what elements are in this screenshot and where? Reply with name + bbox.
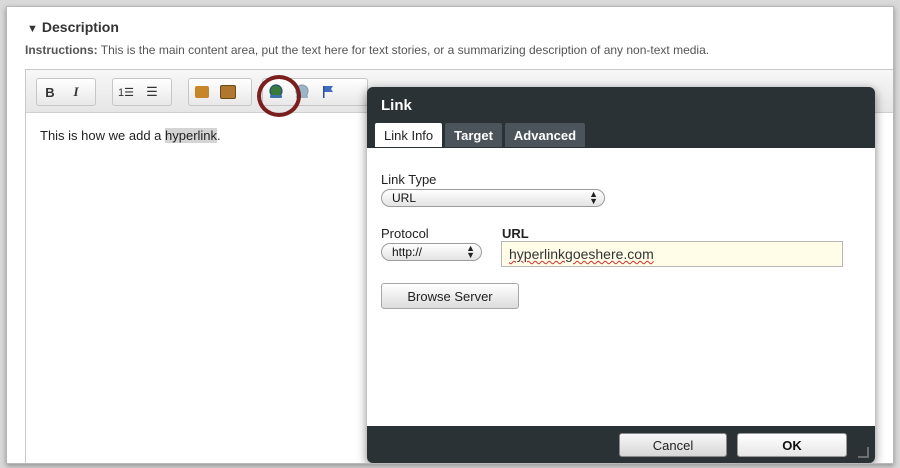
- section-title: Description: [41, 19, 119, 35]
- dialog-title[interactable]: Link: [381, 97, 412, 114]
- paste-word-button[interactable]: [215, 81, 241, 103]
- tab-target[interactable]: Target: [445, 123, 502, 147]
- collapse-triangle-icon[interactable]: ▼: [27, 23, 38, 35]
- url-value: hyperlinkgoeshere.com: [509, 246, 654, 262]
- content-text-after: .: [217, 128, 221, 143]
- protocol-select[interactable]: http:// ▲ ▼: [381, 243, 482, 261]
- instructions-label: Instructions:: [25, 43, 98, 57]
- url-input[interactable]: hyperlinkgoeshere.com: [501, 241, 843, 267]
- link-dialog: Link Link Info Target Advanced Link Type…: [367, 87, 875, 463]
- section-header[interactable]: ▼ Description: [27, 19, 119, 35]
- resize-grip-icon[interactable]: [858, 447, 869, 458]
- highlight-ring-annotation: [257, 75, 301, 117]
- flag-icon: [323, 86, 333, 98]
- instructions: Instructions: This is the main content a…: [25, 43, 709, 57]
- protocol-value: http://: [392, 245, 423, 259]
- select-arrows-icon: ▲ ▼: [589, 189, 598, 206]
- link-type-value: URL: [392, 191, 417, 205]
- paste-text-icon: [195, 86, 209, 98]
- editor-content[interactable]: This is how we add a hyperlink.: [40, 128, 221, 143]
- link-type-select[interactable]: URL ▲ ▼: [381, 189, 605, 207]
- link-info-panel: Link Type URL ▲ ▼ Protocol http:// ▲ ▼ URL…: [367, 148, 875, 426]
- link-type-label: Link Type: [381, 172, 437, 187]
- instructions-text: This is the main content area, put the t…: [100, 43, 710, 57]
- ok-button[interactable]: OK: [737, 433, 847, 457]
- url-label: URL: [502, 226, 529, 241]
- dialog-tabs: Link Info Target Advanced: [375, 123, 588, 147]
- anchor-button[interactable]: [315, 81, 341, 103]
- italic-button[interactable]: I: [63, 81, 89, 103]
- content-text-before: This is how we add a: [40, 128, 166, 143]
- select-arrows-icon: ▲ ▼: [466, 243, 475, 260]
- format-group: B I: [36, 78, 96, 106]
- bullet-list-button[interactable]: ☰: [139, 81, 165, 103]
- tab-advanced[interactable]: Advanced: [504, 123, 586, 147]
- numbered-list-button[interactable]: 1☰: [113, 81, 139, 103]
- selected-text[interactable]: hyperlink: [165, 128, 218, 143]
- protocol-label: Protocol: [381, 226, 429, 241]
- screenshot-frame: ▼ Description Instructions: This is the m…: [6, 6, 894, 464]
- bold-button[interactable]: B: [37, 81, 63, 103]
- browse-server-button[interactable]: Browse Server: [381, 283, 519, 309]
- paste-word-icon: [220, 85, 236, 99]
- paste-group: [188, 78, 252, 106]
- cancel-button[interactable]: Cancel: [619, 433, 727, 457]
- list-group: 1☰ ☰: [112, 78, 172, 106]
- paste-text-button[interactable]: [189, 81, 215, 103]
- tab-link-info[interactable]: Link Info: [375, 123, 443, 147]
